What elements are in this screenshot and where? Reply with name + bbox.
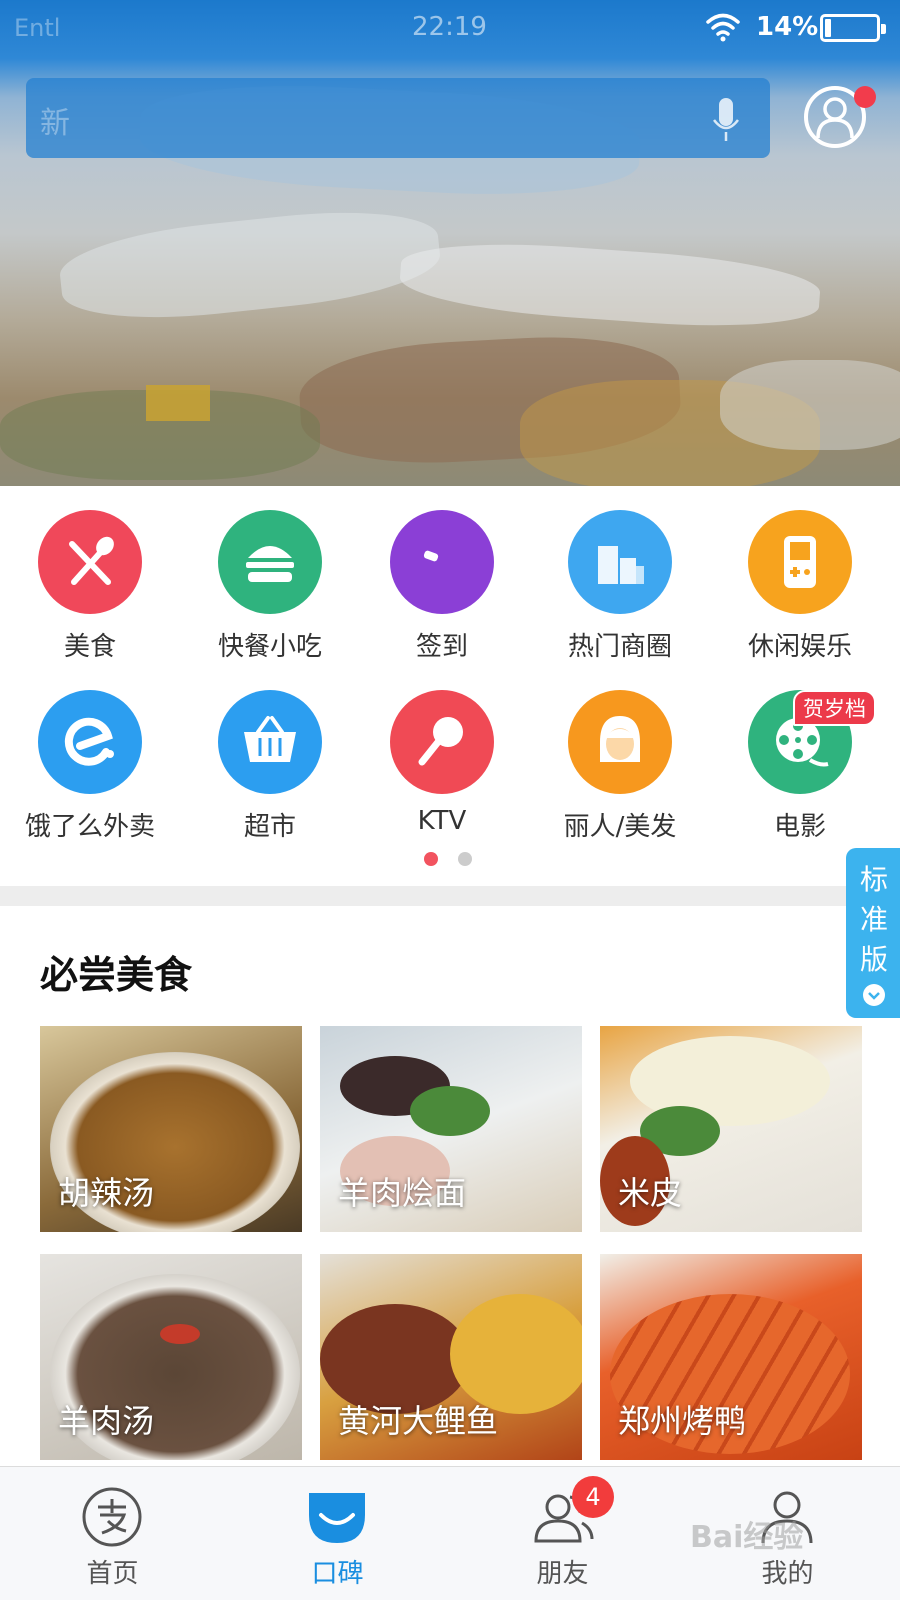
koubei-icon bbox=[309, 1493, 365, 1543]
notification-dot bbox=[854, 86, 876, 108]
category-label: 快餐小吃 bbox=[217, 632, 322, 662]
food-card[interactable]: 羊肉汤 bbox=[40, 1254, 302, 1460]
hero-banner[interactable] bbox=[0, 0, 900, 486]
banner-sign bbox=[146, 385, 210, 421]
user-icon bbox=[816, 97, 854, 139]
nav-friends[interactable]: 朋友 bbox=[450, 1467, 675, 1600]
food-card[interactable]: 黄河大鲤鱼 bbox=[320, 1254, 582, 1460]
nav-label: 口碑 bbox=[311, 1559, 364, 1589]
checkin-icon bbox=[390, 510, 494, 614]
category-entertainment[interactable]: 休闲娱乐 bbox=[710, 486, 890, 662]
status-bar: Entl 22:19 14% bbox=[0, 0, 900, 56]
food-name: 羊肉烩面 bbox=[338, 1174, 467, 1212]
category-ktv[interactable]: KTV bbox=[352, 666, 532, 836]
category-label: 超市 bbox=[243, 812, 296, 842]
clock: 22:19 bbox=[412, 12, 487, 42]
category-label: 签到 bbox=[415, 632, 468, 662]
category-label: 热门商圈 bbox=[567, 632, 672, 662]
category-beauty[interactable]: 丽人/美发 bbox=[530, 666, 710, 842]
battery-icon bbox=[820, 14, 886, 42]
food-card[interactable]: 羊肉烩面 bbox=[320, 1026, 582, 1232]
food-name: 羊肉汤 bbox=[58, 1402, 155, 1440]
food-name: 黄河大鲤鱼 bbox=[338, 1402, 499, 1440]
banner-texture bbox=[720, 360, 900, 450]
category-label: 丽人/美发 bbox=[563, 812, 677, 842]
nav-label: 首页 bbox=[86, 1559, 139, 1589]
watermark: Bai经验 bbox=[690, 1520, 804, 1555]
mode-switch-tab[interactable]: 标准版 bbox=[846, 848, 900, 1018]
banner-texture bbox=[56, 200, 444, 330]
food-name: 米皮 bbox=[618, 1174, 683, 1212]
woman-icon bbox=[568, 690, 672, 794]
burger-icon bbox=[218, 510, 322, 614]
holiday-movie-tag: 贺岁档 bbox=[793, 690, 876, 726]
mode-label: 标准版 bbox=[859, 863, 888, 976]
food-card[interactable]: 胡辣汤 bbox=[40, 1026, 302, 1232]
section-title: 必尝美食 bbox=[40, 953, 193, 997]
category-label: 饿了么外卖 bbox=[24, 812, 155, 842]
category-label: KTV bbox=[417, 806, 467, 836]
search-input[interactable]: 新 bbox=[26, 78, 770, 158]
page-dot-active[interactable] bbox=[424, 852, 438, 866]
alipay-icon bbox=[82, 1487, 142, 1547]
search-placeholder: 新 bbox=[40, 106, 70, 141]
food-pepper bbox=[160, 1324, 200, 1344]
food-name: 胡辣汤 bbox=[58, 1174, 155, 1212]
category-eleme[interactable]: 饿了么外卖 bbox=[0, 666, 180, 842]
food-garnish bbox=[410, 1086, 490, 1136]
chevron-down-icon bbox=[863, 984, 885, 1006]
category-label: 休闲娱乐 bbox=[747, 632, 852, 662]
friends-badge: 4 bbox=[572, 1476, 614, 1518]
eleme-icon bbox=[38, 690, 142, 794]
carrier-label: Entl bbox=[14, 14, 61, 42]
category-label: 美食 bbox=[63, 632, 116, 662]
wifi-icon bbox=[706, 13, 740, 42]
section-divider bbox=[0, 886, 900, 906]
microphone-icon[interactable] bbox=[712, 98, 740, 142]
food-name: 郑州烤鸭 bbox=[618, 1402, 747, 1440]
battery-percent: 14% bbox=[756, 12, 819, 42]
basket-icon bbox=[218, 690, 322, 794]
nav-home[interactable]: 首页 bbox=[0, 1467, 225, 1600]
buildings-icon bbox=[568, 510, 672, 614]
page-dot[interactable] bbox=[458, 852, 472, 866]
category-supermarket[interactable]: 超市 bbox=[180, 666, 360, 842]
food-card[interactable]: 米皮 bbox=[600, 1026, 862, 1232]
page-indicator bbox=[0, 852, 900, 868]
nav-label: 我的 bbox=[761, 1559, 814, 1589]
category-label: 电影 bbox=[773, 812, 826, 842]
fork-spoon-icon bbox=[38, 510, 142, 614]
nav-label: 朋友 bbox=[536, 1559, 589, 1589]
category-fast-food[interactable]: 快餐小吃 bbox=[180, 486, 360, 662]
category-grid: 美食 快餐小吃 签到 热门商圈 休闲娱乐 饿了么外卖 超市 KTV 丽人/美发 … bbox=[0, 486, 900, 886]
banner-texture bbox=[398, 235, 822, 335]
category-business-district[interactable]: 热门商圈 bbox=[530, 486, 710, 662]
nav-koubei[interactable]: 口碑 bbox=[225, 1467, 450, 1600]
food-card[interactable]: 郑州烤鸭 bbox=[600, 1254, 862, 1460]
gamepad-icon bbox=[748, 510, 852, 614]
microphone-icon bbox=[390, 690, 494, 794]
category-checkin[interactable]: 签到 bbox=[352, 486, 532, 662]
category-food[interactable]: 美食 bbox=[0, 486, 180, 662]
